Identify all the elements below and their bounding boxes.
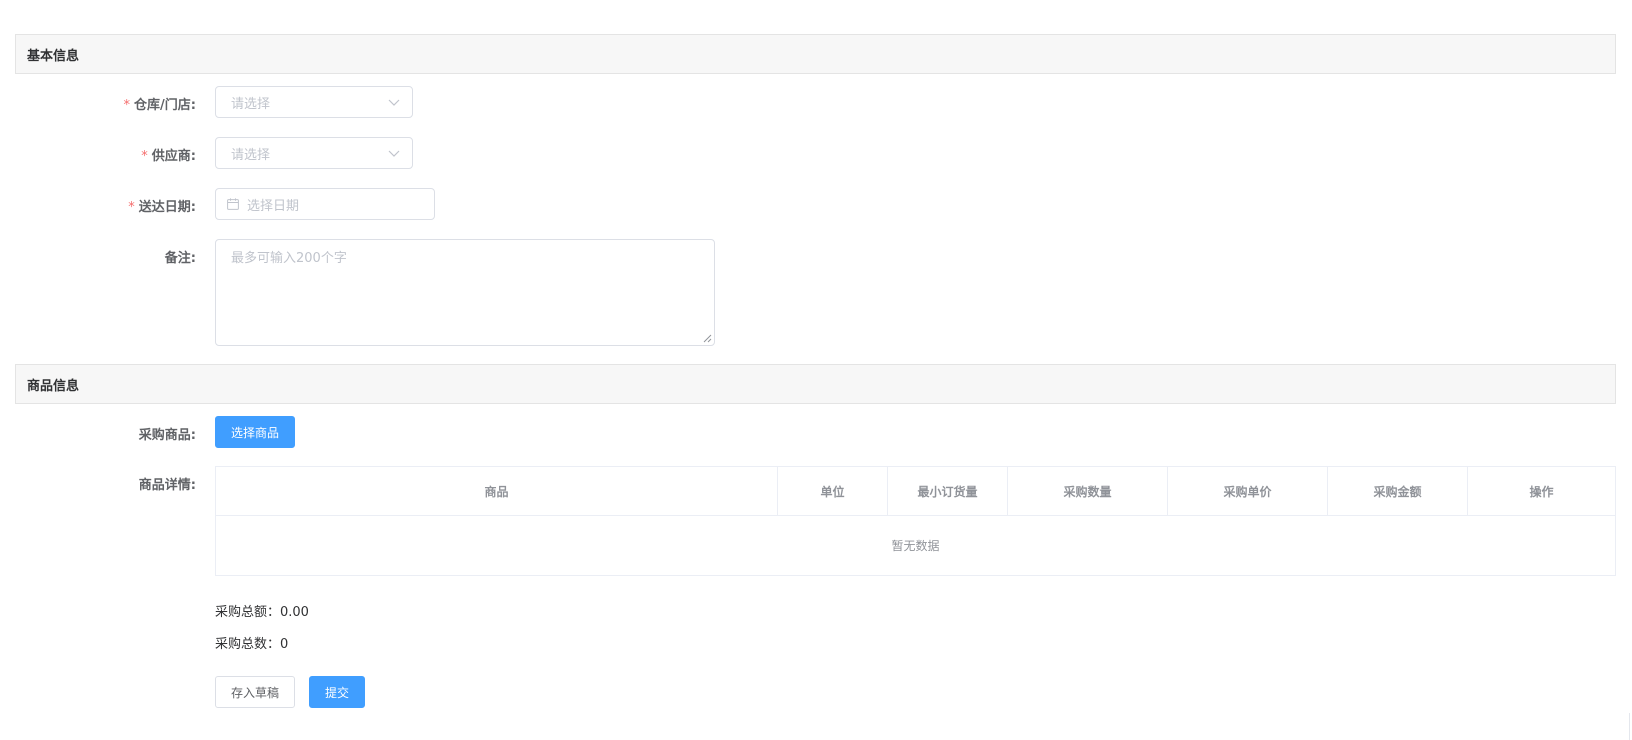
column-header-quantity: 采购数量 — [1008, 467, 1168, 515]
remark-placeholder: 最多可输入200个字 — [231, 251, 347, 266]
column-header-actions: 操作 — [1529, 484, 1554, 499]
supplier-label: * 供应商: — [141, 149, 196, 164]
column-header-amount: 采购金额 — [1328, 467, 1468, 515]
delivery-date-placeholder: 选择日期 — [247, 198, 300, 214]
supplier-select[interactable]: 请选择 — [215, 137, 413, 169]
purchase-order-form: 基本信息 * 仓库/门店: 请选择 * 供应商: 请选择 * 送达日期: 选择日期 备… — [0, 0, 1632, 740]
chevron-down-icon — [388, 150, 400, 157]
purchase-total-count: 采购总数：0 — [215, 637, 289, 652]
remark-textarea[interactable]: 最多可输入200个字 — [215, 239, 715, 346]
column-header-unit-price: 采购单价 — [1168, 467, 1328, 515]
purchase-goods-label: 采购商品: — [138, 428, 196, 443]
supplier-placeholder: 请选择 — [231, 147, 271, 163]
table-header: 商品 单位 最小订货量 采购数量 采购单价 采购金额 操作 — [216, 467, 1615, 516]
warehouse-label: * 仓库/门店: — [123, 98, 196, 113]
delivery-date-label: * 送达日期: — [128, 200, 196, 215]
column-header-unit: 单位 — [778, 467, 888, 515]
goods-detail-label: 商品详情: — [138, 478, 196, 493]
required-mark: * — [141, 149, 148, 164]
delivery-date-picker[interactable]: 选择日期 — [215, 188, 435, 220]
section-goods-info: 商品信息 — [15, 364, 1616, 404]
submit-button[interactable]: 提交 — [309, 676, 365, 708]
section-title-goods: 商品信息 — [27, 378, 80, 394]
section-basic-info: 基本信息 — [15, 34, 1616, 74]
resize-grip-icon[interactable] — [703, 334, 712, 343]
required-mark: * — [128, 200, 135, 215]
goods-table: 商品 单位 最小订货量 采购数量 采购单价 采购金额 操作 暂无数据 — [215, 466, 1616, 576]
warehouse-select[interactable]: 请选择 — [215, 86, 413, 118]
required-mark: * — [123, 98, 131, 113]
section-title-basic: 基本信息 — [27, 48, 80, 64]
column-header-min-order: 最小订货量 — [888, 467, 1008, 515]
purchase-total-amount: 采购总额：0.00 — [215, 605, 309, 620]
calendar-icon — [227, 198, 239, 210]
chevron-down-icon — [388, 99, 400, 106]
table-empty-text: 暂无数据 — [891, 539, 940, 553]
column-header-goods: 商品 — [216, 467, 778, 515]
remark-label: 备注: — [164, 251, 196, 266]
select-goods-button[interactable]: 选择商品 — [215, 416, 295, 448]
warehouse-placeholder: 请选择 — [231, 96, 271, 112]
scrollbar-edge — [1629, 713, 1630, 740]
save-draft-button[interactable]: 存入草稿 — [215, 676, 295, 708]
